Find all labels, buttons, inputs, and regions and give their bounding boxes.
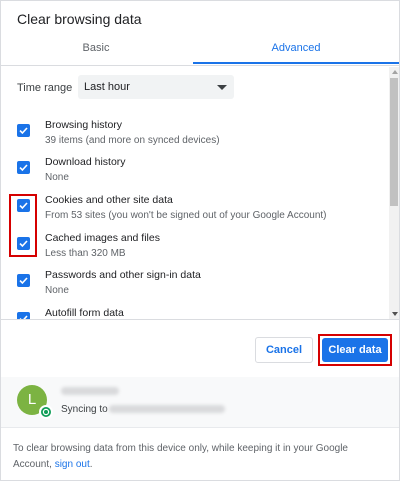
account-section: L Syncing to — [1, 377, 399, 427]
sign-out-link[interactable]: sign out — [55, 459, 90, 470]
time-range-select[interactable]: Last hour — [78, 75, 234, 99]
option-autofill: Autofill form data — [1, 307, 379, 319]
sign-out-note: To clear browsing data from this device … — [13, 441, 387, 473]
highlight-annotation — [9, 194, 37, 257]
check-icon — [19, 127, 28, 135]
passwords-checkbox[interactable] — [17, 274, 30, 287]
divider — [1, 319, 399, 320]
tab-basic[interactable]: Basic — [1, 35, 191, 65]
autofill-checkbox[interactable] — [17, 312, 30, 319]
clear-data-button[interactable]: Clear data — [322, 338, 388, 362]
sync-icon — [39, 405, 53, 419]
option-passwords: Passwords and other sign-in data None — [1, 269, 379, 305]
scrollbar-thumb[interactable] — [390, 78, 398, 206]
dropdown-arrow-icon — [217, 85, 227, 90]
note-end: . — [89, 459, 93, 470]
option-title: Browsing history — [45, 119, 123, 131]
account-name-redacted — [61, 387, 119, 395]
scroll-up-arrow-icon[interactable] — [392, 70, 398, 74]
account-email-redacted — [109, 405, 225, 413]
option-browsing-history: Browsing history 39 items (and more on s… — [1, 119, 379, 155]
option-subtitle: From 53 sites (you won't be signed out o… — [45, 210, 327, 221]
cancel-button[interactable]: Cancel — [255, 337, 313, 363]
check-icon — [19, 164, 28, 172]
option-subtitle: 39 items (and more on synced devices) — [45, 135, 220, 146]
scroll-down-arrow-icon[interactable] — [392, 312, 398, 316]
option-title: Autofill form data — [45, 307, 124, 319]
check-icon — [19, 277, 28, 285]
highlight-annotation: Clear data — [318, 334, 392, 366]
divider — [1, 65, 399, 66]
divider — [1, 427, 399, 428]
option-cookies: Cookies and other site data From 53 site… — [1, 194, 379, 230]
options-list: Time range Last hour Browsing history 39… — [1, 67, 399, 319]
time-range-label: Time range — [17, 82, 73, 94]
browsing-history-checkbox[interactable] — [17, 124, 30, 137]
tab-bar: Basic Advanced — [1, 35, 399, 65]
syncing-label: Syncing to — [61, 404, 108, 415]
tab-selected-indicator — [193, 62, 399, 64]
clear-browsing-data-dialog: Clear browsing data Basic Advanced Time … — [0, 0, 400, 481]
option-download-history: Download history None — [1, 156, 379, 192]
option-title: Cookies and other site data — [45, 194, 173, 206]
dialog-title: Clear browsing data — [17, 11, 142, 27]
option-subtitle: None — [45, 285, 69, 296]
option-title: Download history — [45, 156, 126, 168]
download-history-checkbox[interactable] — [17, 161, 30, 174]
option-cached-images: Cached images and files Less than 320 MB — [1, 232, 379, 268]
time-range-value: Last hour — [84, 81, 130, 93]
tab-advanced[interactable]: Advanced — [193, 35, 399, 65]
option-title: Cached images and files — [45, 232, 160, 244]
option-subtitle: Less than 320 MB — [45, 248, 126, 259]
option-subtitle: None — [45, 172, 69, 183]
option-title: Passwords and other sign-in data — [45, 269, 201, 281]
